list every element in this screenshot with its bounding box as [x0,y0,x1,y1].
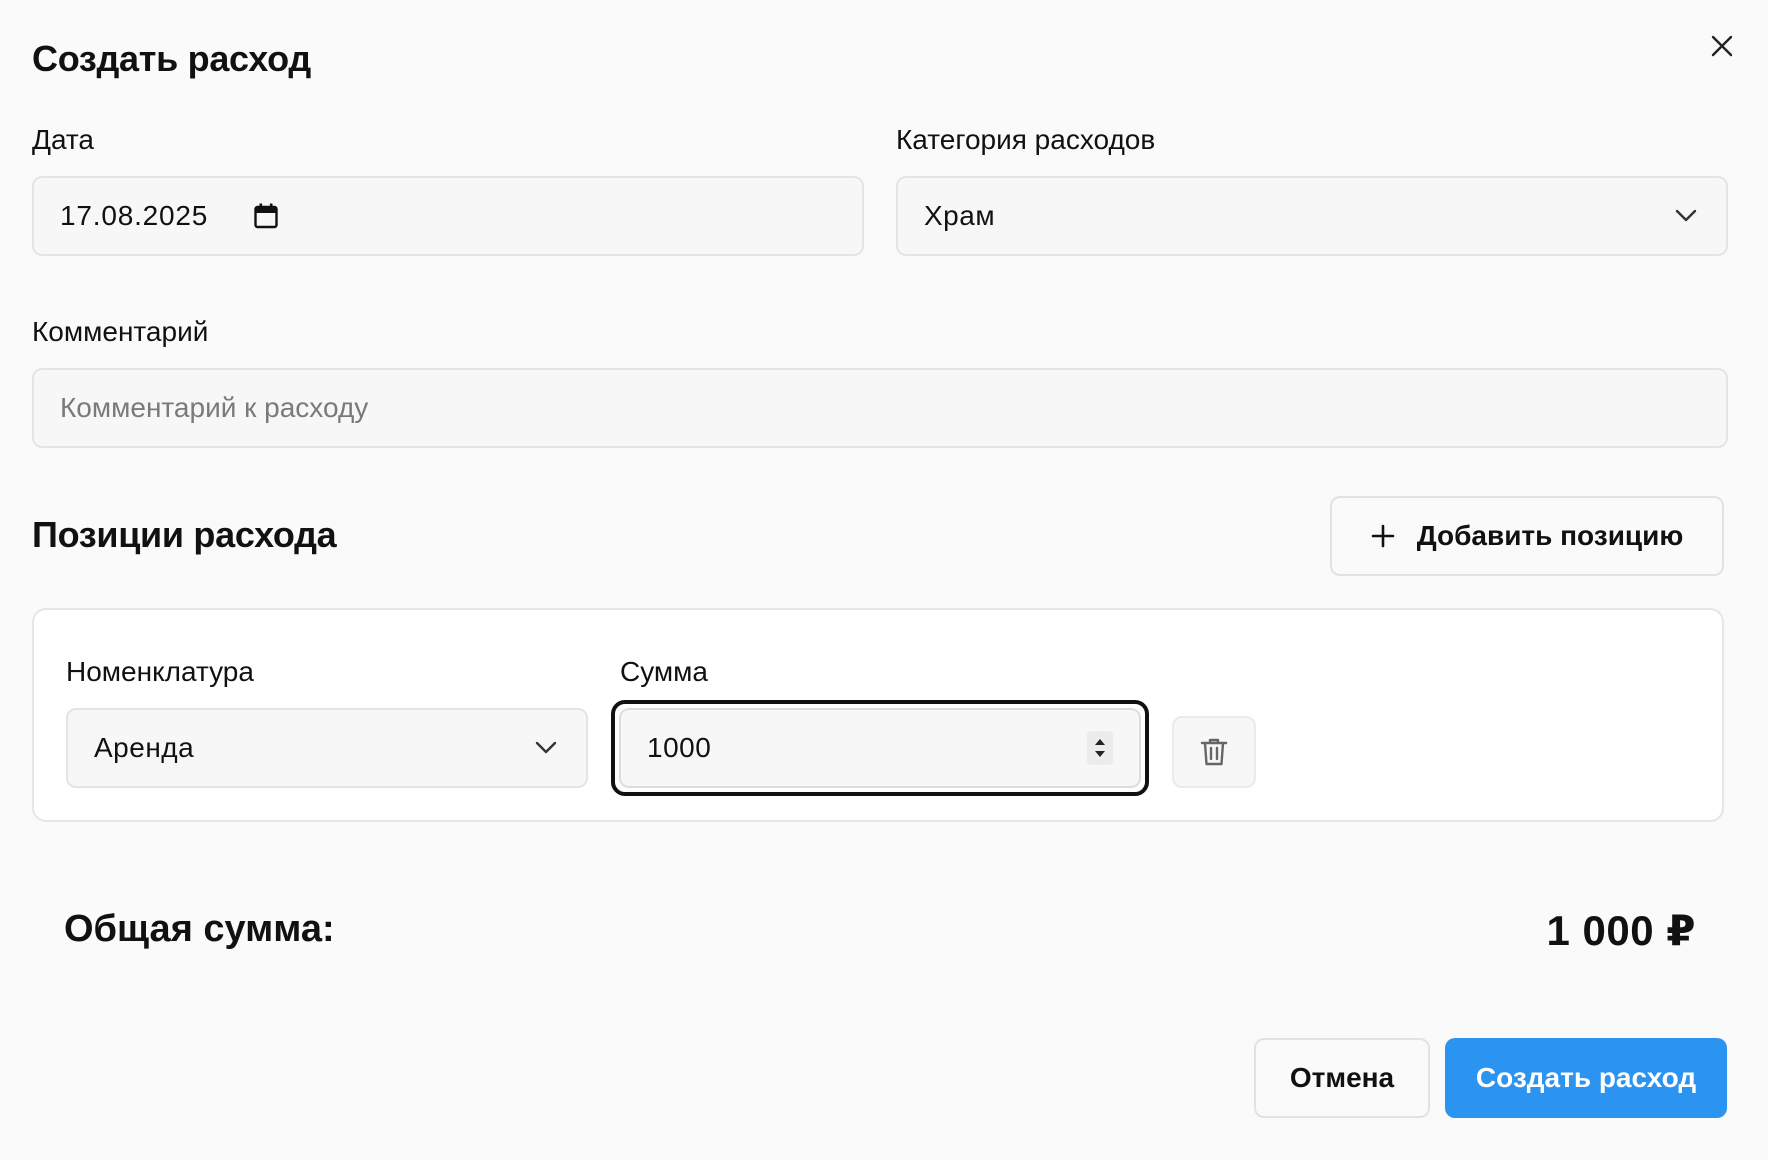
total-label: Общая сумма: [64,908,335,950]
comment-label: Комментарий [32,316,209,347]
nomenclature-value: Аренда [94,732,195,763]
category-label: Категория расходов [896,124,1156,155]
trash-icon [1200,738,1228,766]
date-value: 17.08.2025 [60,200,209,231]
calendar-icon[interactable] [254,203,278,229]
total-value: 1 000 ₽ [1546,907,1696,954]
plus-icon [1371,524,1395,548]
comment-input[interactable]: Комментарий к расходу [32,368,1728,448]
category-value: Храм [924,200,996,231]
date-input[interactable]: 17.08.2025 [32,176,864,256]
close-button[interactable] [1706,30,1738,62]
add-position-button[interactable]: Добавить позицию [1330,496,1724,576]
positions-title: Позиции расхода [32,514,337,555]
delete-position-button[interactable] [1172,716,1256,788]
add-position-label: Добавить позицию [1416,520,1684,551]
chevron-down-icon [532,734,560,762]
create-expense-dialog: Создать расход Дата 17.08.2025 Категория… [0,0,1768,1160]
amount-input[interactable]: 1000 [619,708,1141,788]
comment-placeholder: Комментарий к расходу [60,392,369,423]
dialog-title: Создать расход [32,38,311,79]
cancel-button[interactable]: Отмена [1254,1038,1430,1118]
nomenclature-select[interactable]: Аренда [66,708,588,788]
stepper-icon[interactable] [1087,731,1113,765]
create-expense-button[interactable]: Создать расход [1445,1038,1727,1118]
category-select[interactable]: Храм [896,176,1728,256]
nomenclature-label: Номенклатура [66,656,254,687]
date-label: Дата [32,124,95,155]
chevron-down-icon [1672,202,1700,230]
amount-value: 1000 [647,732,712,763]
close-icon [1711,35,1733,57]
amount-label: Сумма [620,656,708,687]
